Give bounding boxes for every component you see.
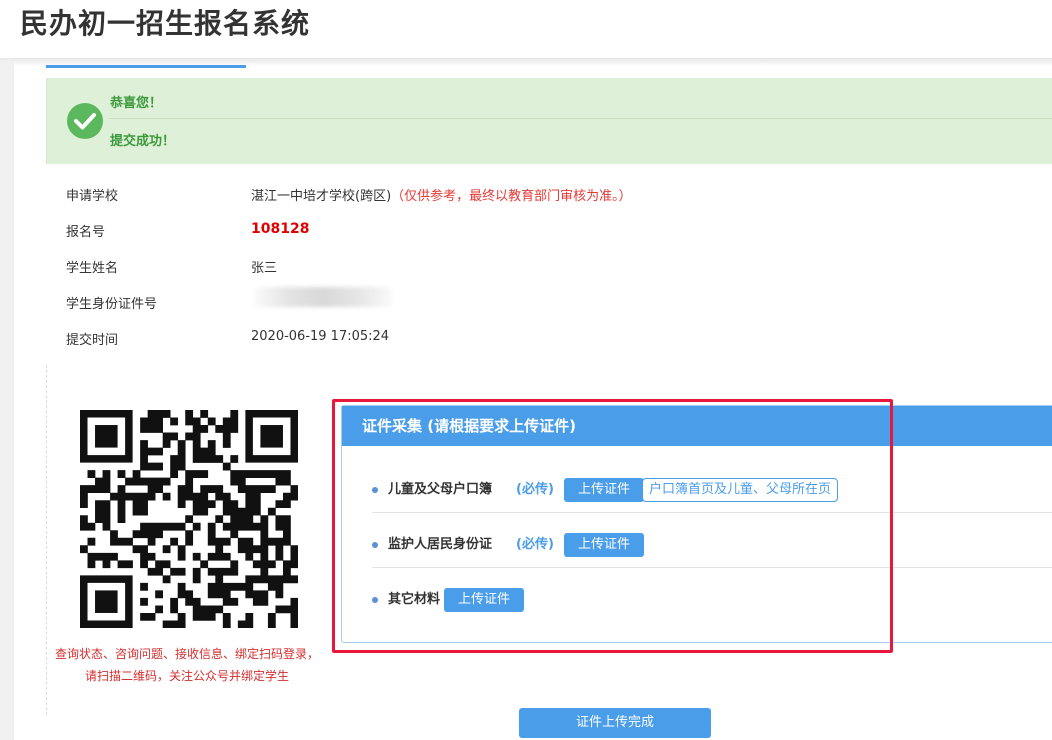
app-header: 民办初一招生报名系统 [0, 0, 1052, 58]
school-note: （仅供参考，最终以教育部门审核为准。） [391, 189, 632, 204]
upload-other-button[interactable]: 上传证件 [444, 588, 524, 612]
success-message: 提交成功！ [110, 134, 176, 149]
success-alert: 恭喜您！ 提交成功！ [46, 78, 1052, 164]
qr-finder-pattern [80, 410, 133, 463]
row-divider [372, 567, 1052, 568]
label-school: 申请学校 [66, 189, 119, 204]
row-divider [372, 512, 1052, 513]
cert-panel: 证件采集 (请根据要求上传证件) 儿童及父母户口簿 (必传) 上传证件 户口簿首… [341, 405, 1052, 643]
cert-item-label: 监护人居民身份证 [388, 537, 493, 552]
value-school: 湛江一中培才学校(跨区)（仅供参考，最终以教育部门审核为准。） [251, 185, 632, 204]
upload-complete-button[interactable]: 证件上传完成 [519, 708, 711, 738]
check-circle-icon [67, 103, 103, 139]
left-gutter [0, 60, 14, 740]
cert-item-label: 其它材料 [388, 592, 441, 607]
qr-finder-pattern [245, 410, 298, 463]
active-tab-indicator [46, 65, 246, 68]
household-hint: 户口簿首页及儿童、父母所在页 [642, 478, 839, 502]
success-title: 恭喜您！ [110, 96, 163, 111]
required-tag: (必传) [516, 482, 554, 497]
qr-finder-pattern [80, 575, 133, 628]
cert-panel-header: 证件采集 (请根据要求上传证件) [342, 406, 1052, 446]
value-submit-time: 2020-06-19 17:05:24 [251, 329, 390, 344]
section-divider [46, 365, 47, 715]
required-tag: (必传) [516, 537, 554, 552]
label-student-name: 学生姓名 [66, 261, 119, 276]
school-name: 湛江一中培才学校(跨区) [251, 189, 392, 204]
value-reg-number: 108128 [251, 221, 310, 237]
qr-caption: 查询状态、咨询问题、接收信息、绑定扫码登录，请扫描二维码，关注公众号并绑定学生 [54, 647, 319, 683]
bullet-icon [372, 487, 378, 493]
success-divider [109, 118, 1052, 119]
qr-code-graphic [80, 410, 299, 629]
upload-guardian-id-button[interactable]: 上传证件 [564, 533, 644, 557]
app-title: 民办初一招生报名系统 [20, 7, 311, 40]
label-id-number: 学生身份证件号 [66, 297, 158, 312]
id-number-redacted [254, 287, 392, 307]
bullet-icon [372, 542, 378, 548]
value-student-name: 张三 [251, 261, 278, 276]
label-reg-number: 报名号 [66, 225, 106, 240]
upload-household-button[interactable]: 上传证件 [564, 478, 644, 502]
qr-code [80, 410, 299, 629]
cert-item-label: 儿童及父母户口簿 [388, 482, 493, 497]
label-submit-time: 提交时间 [66, 333, 119, 348]
bullet-icon [372, 597, 378, 603]
